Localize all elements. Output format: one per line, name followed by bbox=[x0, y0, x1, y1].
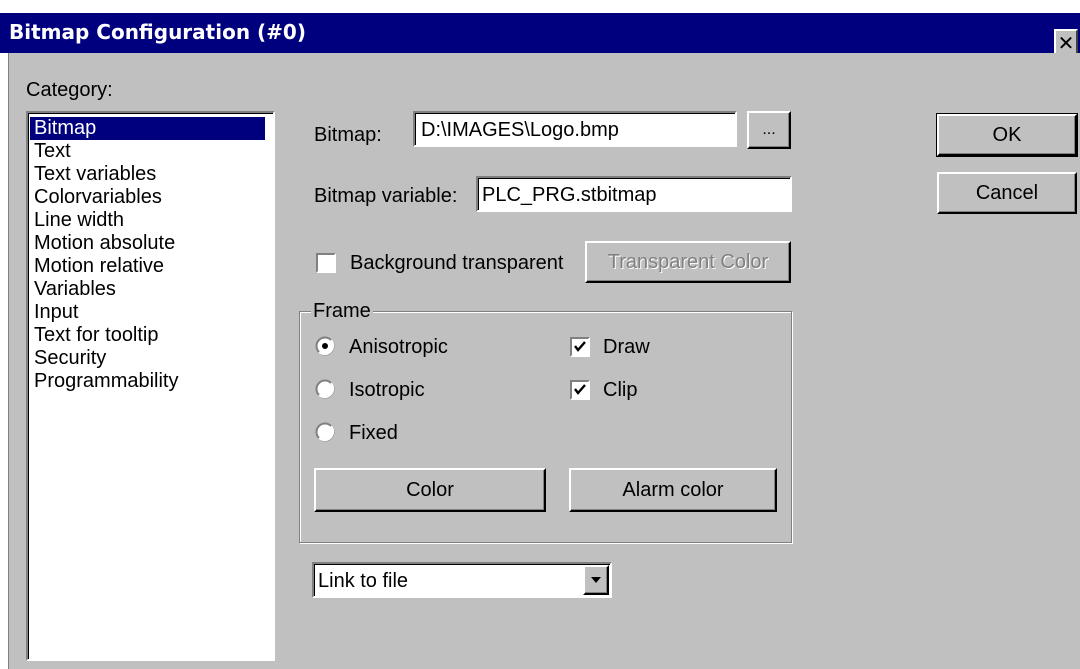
frame-group-title: Frame bbox=[311, 300, 373, 322]
bitmap-variable-value: PLC_PRG.stbitmap bbox=[482, 184, 657, 206]
close-icon: ✕ bbox=[1057, 31, 1075, 55]
checkmark-icon bbox=[574, 384, 586, 395]
checkmark-icon bbox=[574, 341, 586, 352]
alarm-color-button[interactable]: Alarm color bbox=[569, 468, 777, 512]
dialog-body: Category: Bitmap Text Text variables Col… bbox=[8, 53, 1080, 669]
transparent-color-button-label: Transparent Color bbox=[607, 250, 769, 273]
fixed-label: Fixed bbox=[349, 422, 398, 444]
browse-button[interactable]: ... bbox=[747, 111, 791, 149]
category-item-text-variables[interactable]: Text variables bbox=[30, 163, 265, 186]
draw-checkbox[interactable] bbox=[570, 337, 590, 357]
alarm-color-button-label: Alarm color bbox=[622, 478, 724, 501]
category-item-security[interactable]: Security bbox=[30, 347, 265, 370]
anisotropic-radio[interactable] bbox=[315, 336, 335, 356]
draw-label: Draw bbox=[603, 336, 650, 358]
bitmap-variable-label: Bitmap variable: bbox=[314, 185, 458, 207]
clip-checkbox[interactable] bbox=[570, 380, 590, 400]
category-item-motion-relative[interactable]: Motion relative bbox=[30, 255, 265, 278]
fixed-radio[interactable] bbox=[315, 422, 335, 442]
bitmap-variable-input[interactable]: PLC_PRG.stbitmap bbox=[476, 176, 792, 212]
isotropic-radio[interactable] bbox=[315, 379, 335, 399]
category-item-variables[interactable]: Variables bbox=[30, 278, 265, 301]
category-item-programmability[interactable]: Programmability bbox=[30, 370, 265, 393]
link-mode-value: Link to file bbox=[318, 570, 409, 592]
category-item-colorvariables[interactable]: Colorvariables bbox=[30, 186, 265, 209]
category-item-bitmap[interactable]: Bitmap bbox=[30, 117, 265, 140]
ok-button-label: OK bbox=[992, 123, 1022, 146]
category-label: Category: bbox=[26, 79, 113, 101]
background-transparent-label: Background transparent bbox=[350, 252, 564, 274]
isotropic-label: Isotropic bbox=[349, 379, 425, 401]
anisotropic-label: Anisotropic bbox=[349, 336, 448, 358]
browse-button-label: ... bbox=[762, 121, 776, 138]
bitmap-path-value: D:\IMAGES\Logo.bmp bbox=[421, 119, 619, 141]
transparent-color-button[interactable]: Transparent Color bbox=[585, 241, 791, 283]
window-title: Bitmap Configuration (#0) bbox=[9, 20, 306, 44]
clip-label: Clip bbox=[603, 379, 638, 401]
color-button-label: Color bbox=[406, 478, 454, 501]
dropdown-arrow-icon bbox=[591, 577, 601, 583]
dropdown-arrow-button[interactable] bbox=[583, 565, 609, 595]
category-item-text[interactable]: Text bbox=[30, 140, 265, 163]
category-item-text-for-tooltip[interactable]: Text for tooltip bbox=[30, 324, 265, 347]
cancel-button[interactable]: Cancel bbox=[937, 172, 1077, 214]
ok-button[interactable]: OK bbox=[936, 113, 1078, 157]
category-list[interactable]: Bitmap Text Text variables Colorvariable… bbox=[26, 111, 275, 661]
category-item-input[interactable]: Input bbox=[30, 301, 265, 324]
link-mode-select[interactable]: Link to file bbox=[312, 562, 612, 598]
background-transparent-checkbox[interactable] bbox=[316, 253, 336, 273]
cancel-button-label: Cancel bbox=[975, 181, 1039, 204]
category-item-motion-absolute[interactable]: Motion absolute bbox=[30, 232, 265, 255]
title-bar: Bitmap Configuration (#0) ✕ bbox=[0, 13, 1080, 57]
color-button[interactable]: Color bbox=[314, 468, 546, 512]
bitmap-label: Bitmap: bbox=[314, 124, 382, 146]
bitmap-path-input[interactable]: D:\IMAGES\Logo.bmp bbox=[413, 111, 737, 147]
category-item-line-width[interactable]: Line width bbox=[30, 209, 265, 232]
